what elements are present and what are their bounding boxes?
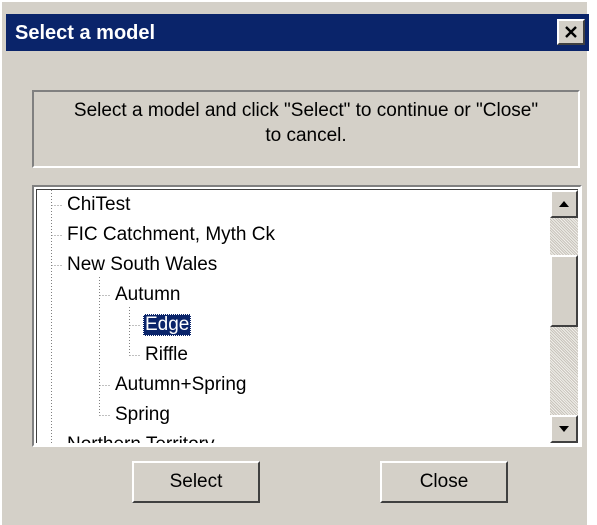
window-title: Select a model (15, 22, 156, 44)
select-model-dialog: Select a model Select a model and click … (0, 0, 589, 525)
tree-node-new-south-wales[interactable]: New South Wales (65, 254, 219, 276)
tree-node-edge-selected[interactable]: Edge (143, 314, 192, 336)
tree-node-fic-catchment[interactable]: FIC Catchment, Myth Ck (65, 224, 277, 246)
close-icon (565, 26, 577, 38)
close-button[interactable]: Close (380, 461, 508, 503)
arrow-up-icon (559, 201, 569, 207)
tree-node-riffle[interactable]: Riffle (143, 344, 190, 366)
close-window-button[interactable] (557, 19, 585, 45)
scroll-down-button[interactable] (550, 415, 578, 443)
instructions-text: Select a model and click "Select" to con… (40, 98, 572, 148)
tree-node-autumn-spring[interactable]: Autumn+Spring (113, 374, 249, 396)
tree-node-spring[interactable]: Spring (113, 404, 172, 426)
instructions-line-2: to cancel. (265, 125, 347, 146)
arrow-down-icon (559, 426, 569, 432)
scroll-thumb[interactable] (550, 255, 578, 327)
instructions-panel: Select a model and click "Select" to con… (32, 90, 580, 168)
tree-node-northern-territory[interactable]: Northern Territory (65, 434, 216, 443)
model-tree-viewport[interactable]: ChiTest FIC Catchment, Myth Ck New South… (36, 189, 578, 443)
title-bar[interactable]: Select a model (6, 14, 589, 51)
tree-node-autumn[interactable]: Autumn (113, 284, 182, 306)
select-button[interactable]: Select (132, 461, 260, 503)
model-tree[interactable]: ChiTest FIC Catchment, Myth Ck New South… (32, 185, 582, 447)
vertical-scrollbar[interactable] (550, 190, 578, 443)
scroll-up-button[interactable] (550, 190, 578, 218)
instructions-line-1: Select a model and click "Select" to con… (73, 100, 539, 121)
tree-node-chitest[interactable]: ChiTest (65, 194, 132, 216)
